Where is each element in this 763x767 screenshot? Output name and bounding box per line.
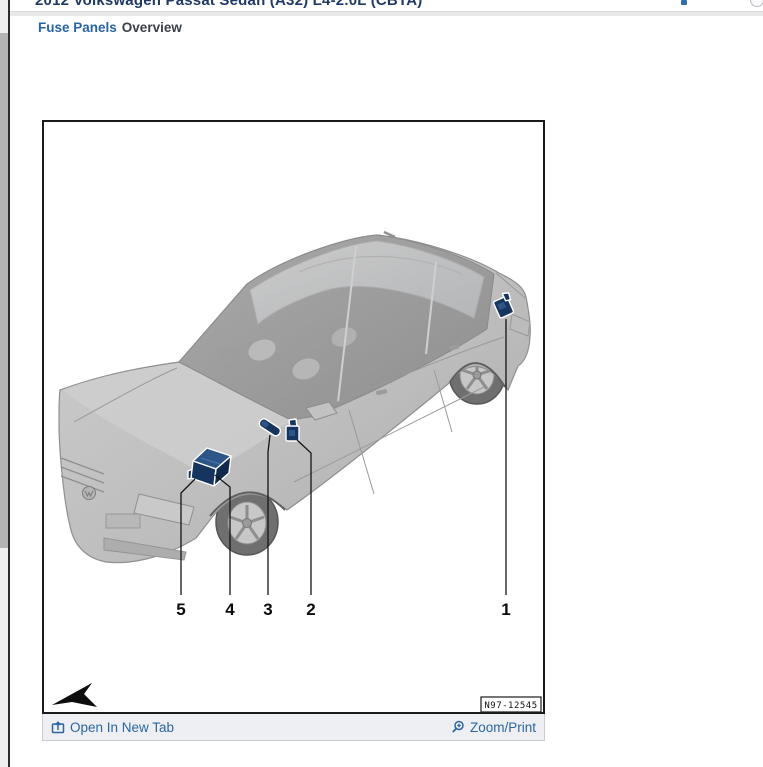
figure-id-text: N97-12545 xyxy=(484,701,537,711)
callout-numbers: 5 4 3 2 1 xyxy=(176,600,510,619)
header-divider xyxy=(10,11,763,16)
figure-id-label: N97-12545 xyxy=(481,697,541,712)
open-in-new-tab-label: Open In New Tab xyxy=(70,720,174,735)
figure-toolbar: Open In New Tab Zoom/Print xyxy=(42,714,545,741)
figure-box: 5 4 3 2 1 N97-12545 xyxy=(42,120,545,714)
open-in-new-tab-icon xyxy=(51,720,65,734)
callout-number-2: 2 xyxy=(306,600,315,619)
figure-card: 5 4 3 2 1 N97-12545 xyxy=(42,120,545,741)
page-title-text: 2012 Volkswagen Passat Sedan (A32) L4-2.… xyxy=(35,0,695,9)
breadcrumb-fuse-panels-link[interactable]: Fuse Panels xyxy=(38,20,117,35)
panel-left-border xyxy=(8,0,10,767)
page-title: 2012 Volkswagen Passat Sedan (A32) L4-2.… xyxy=(35,0,695,10)
header-circle-button[interactable] xyxy=(750,0,763,7)
bookmark-icon[interactable] xyxy=(681,0,687,5)
license-plate-recess xyxy=(106,514,140,528)
callout-number-5: 5 xyxy=(176,600,185,619)
breadcrumb: Fuse Panels Overview xyxy=(38,20,182,35)
breadcrumb-current-page: Overview xyxy=(122,20,182,35)
zoom-print-link[interactable]: Zoom/Print xyxy=(451,720,536,735)
callout-number-3: 3 xyxy=(263,600,272,619)
vehicle-diagram: 5 4 3 2 1 N97-12545 xyxy=(44,122,543,712)
left-scrollbar-thumb[interactable] xyxy=(0,33,8,548)
open-in-new-tab-link[interactable]: Open In New Tab xyxy=(51,720,174,735)
direction-arrow xyxy=(52,683,97,707)
left-scrollbar-track[interactable] xyxy=(0,0,8,767)
car-illustration xyxy=(59,232,530,563)
magnifier-plus-icon xyxy=(451,720,465,734)
callout-number-1: 1 xyxy=(501,600,510,619)
callout-number-4: 4 xyxy=(225,600,235,619)
zoom-print-label: Zoom/Print xyxy=(470,720,536,735)
